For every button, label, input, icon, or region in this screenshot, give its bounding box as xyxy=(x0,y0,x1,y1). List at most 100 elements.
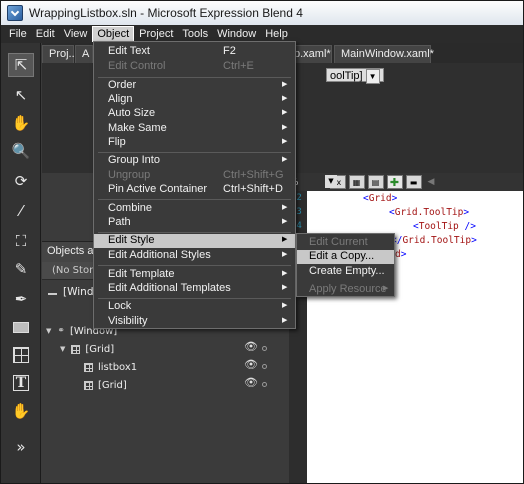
menu-item-flip[interactable]: Flip ▶ xyxy=(94,136,295,150)
text-icon[interactable]: T xyxy=(8,371,34,395)
menu-item-pin-active-container[interactable]: Pin Active Container Ctrl+Shift+D xyxy=(94,183,295,197)
submenu-arrow-icon: ▶ xyxy=(282,317,288,324)
menu-tools[interactable]: Tools xyxy=(178,27,212,41)
submenu-arrow-icon: ▶ xyxy=(282,138,288,145)
code-line: </Grid.ToolTip> xyxy=(391,235,477,246)
code-line: d> xyxy=(395,249,406,260)
menu-item-label: Apply Resource xyxy=(309,283,387,295)
pen-icon[interactable]: ✒ xyxy=(8,287,34,311)
assets-icon[interactable]: ✋ xyxy=(8,399,34,423)
menu-item-edit-additional-styles[interactable]: Edit Additional Styles ▶ xyxy=(94,249,295,263)
tab-projects[interactable]: Proj... xyxy=(42,45,78,63)
submenu-arrow-icon: ▶ xyxy=(282,124,288,131)
menu-file[interactable]: File xyxy=(5,27,31,41)
menu-item-label: Edit Style xyxy=(108,234,155,246)
toolbox: ⇱ ↖ ✋ 🔍 ⟳ ⁄ ⛶ ✎ ✒ T ✋ » xyxy=(1,43,41,483)
xml-tag: ToolTip xyxy=(418,221,465,232)
menu-item-label: Edit Current xyxy=(309,236,368,248)
zoom-icon[interactable]: 🔍 xyxy=(8,139,34,163)
tree-node-listbox[interactable]: listbox1 xyxy=(84,358,137,376)
menu-view[interactable]: View xyxy=(60,27,92,41)
submenu-arrow-icon: ▶ xyxy=(282,95,288,102)
tree-node-grid-child[interactable]: [Grid] xyxy=(84,376,127,394)
menu-item-visibility[interactable]: Visibility ▶ xyxy=(94,315,295,329)
lock-dot-icon[interactable] xyxy=(262,364,267,369)
menu-item-edit-text[interactable]: Edit Text F2 xyxy=(94,45,295,59)
menu-item-edit-additional-templates[interactable]: Edit Additional Templates ▶ xyxy=(94,282,295,296)
menu-item-edit-template[interactable]: Edit Template ▶ xyxy=(94,268,295,282)
tree-node-grid[interactable]: ▼ [Grid] xyxy=(60,340,114,358)
annotations-icon[interactable]: ▬ xyxy=(405,175,422,189)
xml-bracket: > xyxy=(471,235,477,246)
chevron-down-icon[interactable]: ▼ xyxy=(46,327,51,335)
eye-icon[interactable]: 👁 xyxy=(244,376,258,389)
camera-orbit-icon[interactable]: ⟳ xyxy=(8,169,34,193)
menu-separator xyxy=(98,232,291,233)
grid-icon[interactable] xyxy=(8,343,34,367)
tab-assets[interactable]: A xyxy=(75,45,93,63)
menu-window[interactable]: Window xyxy=(213,27,260,41)
submenu-arrow-icon: ▶ xyxy=(282,156,288,163)
eyedropper-icon[interactable]: ⁄ xyxy=(8,199,34,223)
menu-item-label: Path xyxy=(108,216,131,228)
snap-snaplines-icon[interactable]: ✚ xyxy=(386,175,403,189)
xml-bracket: > xyxy=(400,249,407,260)
rectangle-icon[interactable] xyxy=(8,315,34,339)
submenu-item-create-empty[interactable]: Create Empty... xyxy=(297,265,394,279)
submenu-item-apply-resource: Apply Resource ▶ xyxy=(297,283,394,297)
menu-item-auto-size[interactable]: Auto Size ▶ xyxy=(94,107,295,121)
menu-item-edit-style[interactable]: Edit Style ▶ xyxy=(94,234,295,248)
menu-item-order[interactable]: Order ▶ xyxy=(94,79,295,93)
gridlines-icon[interactable]: ▤ xyxy=(367,175,384,189)
more-icon[interactable]: » xyxy=(8,435,34,459)
submenu-arrow-icon: ▶ xyxy=(282,270,288,277)
snap-grid-icon[interactable]: ▦ xyxy=(348,175,365,189)
menu-item-group-into[interactable]: Group Into ▶ xyxy=(94,154,295,168)
menu-item-label: Edit Control xyxy=(108,60,166,72)
menu-item-label: Order xyxy=(108,79,137,91)
selection-arrow-icon[interactable]: ⇱ xyxy=(8,53,34,77)
menu-item-path[interactable]: Path ▶ xyxy=(94,216,295,230)
submenu-arrow-icon: ▶ xyxy=(282,109,288,116)
xml-bracket: /> xyxy=(464,221,476,232)
app-logo-icon xyxy=(7,5,23,21)
xml-bracket: > xyxy=(463,207,470,218)
tree-node-label: [Grid] xyxy=(98,379,127,391)
menu-item-label: Auto Size xyxy=(108,107,156,119)
eye-icon[interactable]: 👁 xyxy=(244,340,258,353)
menu-separator xyxy=(98,77,291,78)
lock-dot-icon[interactable] xyxy=(262,382,267,387)
menu-item-label: Align xyxy=(108,93,133,105)
tab-mainwindow-xaml[interactable]: MainWindow.xaml* xyxy=(334,45,434,63)
menu-item-label: Make Same xyxy=(108,122,167,134)
menu-object[interactable]: Object xyxy=(92,26,135,42)
link-icon: ⚭ xyxy=(57,326,65,336)
paint-bucket-icon[interactable]: ⛶ xyxy=(8,229,34,253)
eye-icon[interactable]: 👁 xyxy=(244,358,258,371)
object-menu-dropdown: Edit Text F2 Edit Control Ctrl+E Order ▶ Al… xyxy=(93,41,296,329)
menu-item-lock[interactable]: Lock ▶ xyxy=(94,300,295,314)
scope-up-icon[interactable] xyxy=(48,289,57,295)
pencil-icon[interactable]: ✎ xyxy=(8,257,34,281)
menu-item-shortcut: Ctrl+Shift+G xyxy=(223,169,284,181)
code-line: <Grid.ToolTip> xyxy=(389,207,469,218)
direct-selection-icon[interactable]: ↖ xyxy=(8,83,34,107)
element-breadcrumb[interactable]: oolTip] ▼ xyxy=(326,68,384,84)
breadcrumb-label: oolTip] xyxy=(330,70,363,82)
code-line: <Grid> xyxy=(363,193,397,204)
menu-project[interactable]: Project xyxy=(135,27,177,41)
scroll-left-icon[interactable]: ◀ xyxy=(428,177,435,187)
chevron-down-icon[interactable]: ▼ xyxy=(60,345,65,353)
menu-item-make-same[interactable]: Make Same ▶ xyxy=(94,122,295,136)
submenu-arrow-icon: ▶ xyxy=(282,204,288,211)
grid-icon xyxy=(71,344,81,354)
menu-edit[interactable]: Edit xyxy=(32,27,59,41)
zoom-dropdown-icon[interactable]: ▼ xyxy=(325,175,337,188)
lock-dot-icon[interactable] xyxy=(262,346,267,351)
menu-help[interactable]: Help xyxy=(261,27,292,41)
submenu-item-edit-a-copy[interactable]: Edit a Copy... xyxy=(297,250,394,264)
menu-item-align[interactable]: Align ▶ xyxy=(94,93,295,107)
menu-item-combine[interactable]: Combine ▶ xyxy=(94,202,295,216)
chevron-down-icon[interactable]: ▼ xyxy=(365,69,380,84)
pan-hand-icon[interactable]: ✋ xyxy=(8,111,34,135)
